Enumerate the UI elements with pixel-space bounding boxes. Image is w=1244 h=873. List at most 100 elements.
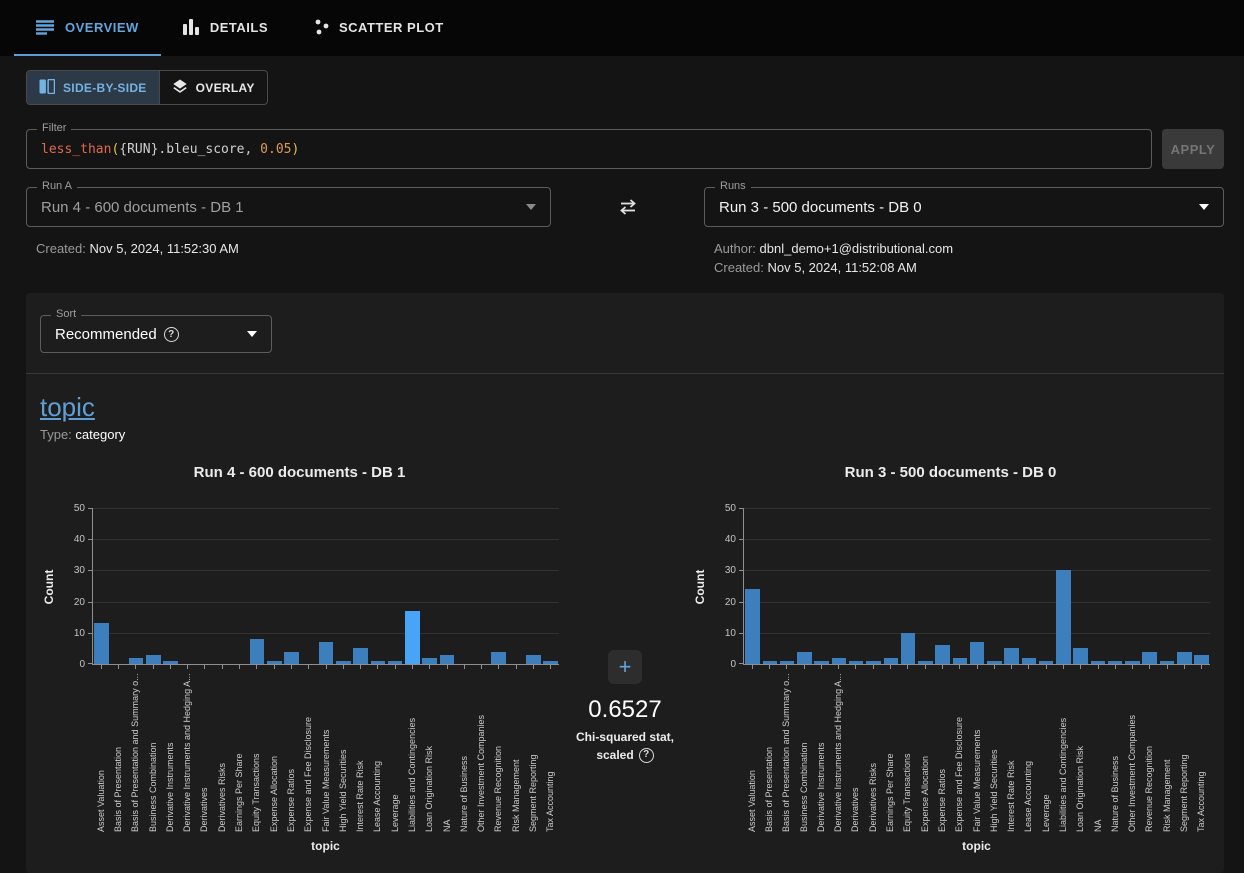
bar-slot (986, 661, 1003, 664)
bar[interactable] (491, 652, 506, 664)
bar[interactable] (987, 661, 1002, 664)
bar[interactable] (336, 661, 351, 664)
bar[interactable] (543, 661, 558, 664)
x-tick-label: Fair Value Measurements (972, 672, 982, 832)
bar[interactable] (1091, 661, 1106, 664)
bar[interactable] (284, 652, 299, 664)
metric-name-link[interactable]: topic (40, 392, 95, 423)
bar-slot (283, 652, 300, 664)
run-b-select[interactable]: Runs Run 3 - 500 documents - DB 0 (704, 187, 1224, 227)
bar[interactable] (526, 655, 541, 664)
bar[interactable] (970, 642, 985, 664)
bar[interactable] (1142, 652, 1157, 664)
bar[interactable] (1177, 652, 1192, 664)
bar[interactable] (388, 661, 403, 664)
x-tick-label: High Yield Securities (989, 672, 999, 832)
bar[interactable] (866, 661, 881, 664)
bar[interactable] (1056, 570, 1071, 664)
bar[interactable] (1194, 655, 1209, 664)
overlay-button[interactable]: OVERLAY (159, 71, 267, 104)
x-tick: Leverage (1037, 665, 1054, 837)
x-tick-label: Expense Ratios (937, 672, 947, 832)
x-tick-label: Risk Management (511, 672, 521, 832)
x-tick: Derivative Instruments and Hedging A... (178, 665, 195, 837)
run-b-author: Author: dbnl_demo+1@distributional.com (714, 239, 1224, 258)
bar[interactable] (935, 645, 950, 664)
bar[interactable] (745, 589, 760, 664)
y-axis-label: Count (693, 570, 707, 605)
bar-slot (813, 661, 830, 664)
swap-runs-button[interactable] (614, 195, 642, 222)
divider (26, 373, 1224, 374)
x-axis-title: topic (743, 839, 1210, 853)
x-tick: Expense and Fee Disclosure (951, 665, 968, 837)
bar[interactable] (1108, 661, 1123, 664)
bar-slot (387, 661, 404, 664)
x-tick: NA (438, 665, 455, 837)
bar[interactable] (780, 661, 795, 664)
bar[interactable] (353, 648, 368, 664)
x-tick: Derivatives (847, 665, 864, 837)
bar[interactable] (953, 658, 968, 664)
bar[interactable] (422, 658, 437, 664)
bar[interactable] (1039, 661, 1054, 664)
bar[interactable] (405, 611, 420, 664)
bar[interactable] (918, 661, 933, 664)
x-tick: Expense and Fee Disclosure (300, 665, 317, 837)
filter-input[interactable]: Filter less_than({RUN}.bleu_score, 0.05) (26, 129, 1152, 169)
bar[interactable] (163, 661, 178, 664)
x-tick-label: Equity Transactions (902, 672, 912, 832)
bar[interactable] (129, 658, 144, 664)
y-tick-label: 10 (710, 628, 736, 639)
x-tick: Earnings Per Share (881, 665, 898, 837)
bar[interactable] (832, 658, 847, 664)
bar[interactable] (1004, 648, 1019, 664)
add-comparison-button[interactable]: + (608, 650, 642, 684)
sort-select[interactable]: Sort Recommended ? (40, 315, 272, 353)
bar[interactable] (1022, 658, 1037, 664)
bar-slot (968, 642, 985, 664)
x-tick-label: Liabilities and Contingencies (1058, 672, 1068, 832)
bar[interactable] (371, 661, 386, 664)
bar[interactable] (319, 642, 334, 664)
side-by-side-icon (39, 79, 55, 97)
x-tick: Expense Ratios (282, 665, 299, 837)
bar[interactable] (250, 639, 265, 664)
tab-scatter-plot[interactable]: SCATTER PLOT (290, 0, 466, 56)
x-tick: Other Investment Companies (473, 665, 490, 837)
bar[interactable] (1125, 661, 1140, 664)
stat-help-icon[interactable]: ? (639, 748, 654, 763)
bar[interactable] (1073, 648, 1088, 664)
bar[interactable] (440, 655, 455, 664)
bar[interactable] (1160, 661, 1175, 664)
x-tick-label: High Yield Securities (338, 672, 348, 832)
bar[interactable] (94, 623, 109, 664)
bar[interactable] (797, 652, 812, 664)
tab-overview[interactable]: OVERVIEW (14, 0, 161, 56)
run-a-select[interactable]: Run A Run 4 - 600 documents - DB 1 (26, 187, 551, 227)
bar[interactable] (146, 655, 161, 664)
bar[interactable] (849, 661, 864, 664)
tab-details[interactable]: DETAILS (161, 0, 290, 56)
bar-slot (882, 658, 899, 664)
bar-slot (1055, 570, 1072, 664)
sort-help-icon[interactable]: ? (164, 327, 179, 342)
x-tick: Segment Reporting (1175, 665, 1192, 837)
filter-row: Filter less_than({RUN}.bleu_score, 0.05)… (26, 129, 1224, 169)
bar-slot (266, 661, 283, 664)
x-tick-label: Derivative Instruments (816, 672, 826, 832)
bar[interactable] (763, 661, 778, 664)
bar[interactable] (884, 658, 899, 664)
x-tick-label: Interest Rate Risk (355, 672, 365, 832)
x-tick-label: Equity Transactions (251, 672, 261, 832)
bar[interactable] (814, 661, 829, 664)
bar-slot (779, 661, 796, 664)
side-by-side-button[interactable]: SIDE-BY-SIDE (27, 71, 159, 104)
tab-scatter-plot-label: SCATTER PLOT (339, 20, 444, 35)
apply-button[interactable]: APPLY (1162, 129, 1224, 169)
bar[interactable] (901, 633, 916, 664)
bar[interactable] (267, 661, 282, 664)
tab-details-label: DETAILS (210, 20, 268, 35)
bars-layer (93, 509, 559, 664)
filter-expression: less_than({RUN}.bleu_score, 0.05) (41, 142, 299, 157)
